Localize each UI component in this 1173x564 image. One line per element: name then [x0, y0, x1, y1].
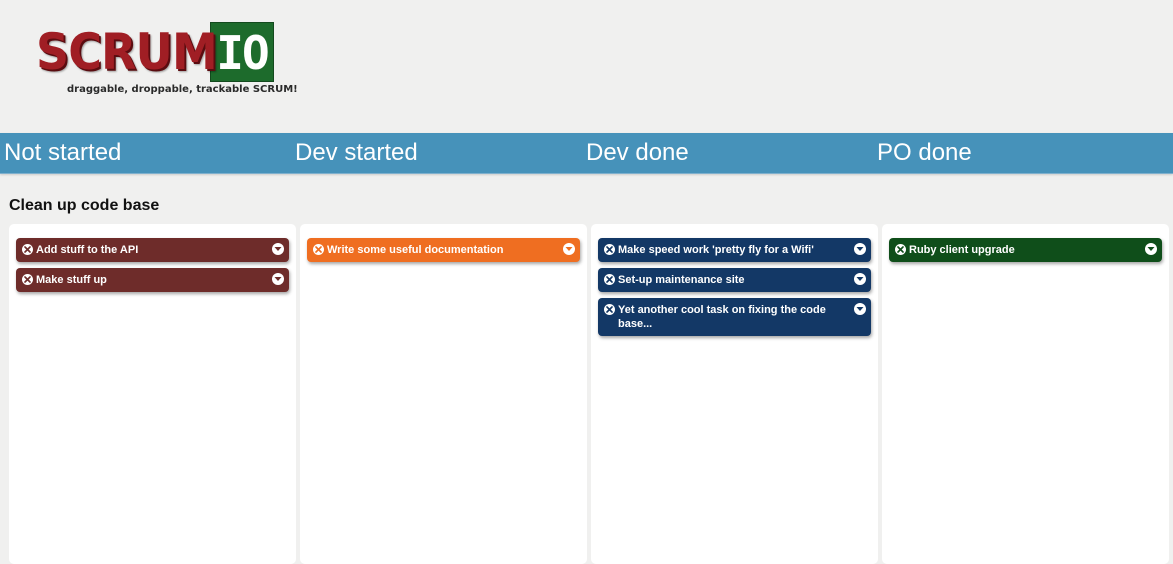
task-title: Add stuff to the API: [36, 244, 139, 256]
chevron-down-icon[interactable]: [854, 273, 866, 285]
task-card[interactable]: Add stuff to the API: [16, 238, 289, 262]
story-lanes: Add stuff to the API Make stuff up Write…: [0, 224, 1173, 564]
chevron-down-icon[interactable]: [272, 273, 284, 285]
task-card[interactable]: Yet another cool task on fixing the code…: [598, 298, 871, 336]
tagline: draggable, droppable, trackable SCRUM!: [67, 84, 298, 95]
column-header-dev-done: Dev done: [586, 139, 689, 166]
close-icon[interactable]: [604, 244, 615, 255]
lane-dev-done[interactable]: Make speed work 'pretty fly for a Wifi' …: [591, 224, 878, 564]
task-card[interactable]: Make speed work 'pretty fly for a Wifi': [598, 238, 871, 262]
close-icon[interactable]: [22, 274, 33, 285]
task-title: Yet another cool task on fixing the code…: [618, 304, 826, 330]
header: SCRUM IO draggable, droppable, trackable…: [0, 0, 1173, 133]
close-icon[interactable]: [313, 244, 324, 255]
lane-po-done[interactable]: Ruby client upgrade: [882, 224, 1169, 564]
column-header-not-started: Not started: [4, 139, 122, 166]
chevron-down-icon[interactable]: [854, 303, 866, 315]
close-icon[interactable]: [22, 244, 33, 255]
logo-io-text: IO: [210, 22, 274, 82]
chevron-down-icon[interactable]: [854, 243, 866, 255]
task-card[interactable]: Make stuff up: [16, 268, 289, 292]
column-header-bar: Not started Dev started Dev done PO done: [0, 133, 1173, 174]
task-title: Write some useful documentation: [327, 244, 504, 256]
close-icon[interactable]: [604, 274, 615, 285]
chevron-down-icon[interactable]: [563, 243, 575, 255]
column-header-po-done: PO done: [877, 139, 972, 166]
task-title: Ruby client upgrade: [909, 244, 1015, 256]
chevron-down-icon[interactable]: [272, 243, 284, 255]
column-header-dev-started: Dev started: [295, 139, 418, 166]
task-title: Make stuff up: [36, 274, 107, 286]
logo-scrum-text: SCRUM: [36, 23, 218, 81]
close-icon[interactable]: [604, 304, 615, 315]
task-card[interactable]: Write some useful documentation: [307, 238, 580, 262]
task-card[interactable]: Set-up maintenance site: [598, 268, 871, 292]
logo[interactable]: SCRUM IO: [36, 22, 274, 82]
task-card[interactable]: Ruby client upgrade: [889, 238, 1162, 262]
lane-dev-started[interactable]: Write some useful documentation: [300, 224, 587, 564]
lane-not-started[interactable]: Add stuff to the API Make stuff up: [9, 224, 296, 564]
chevron-down-icon[interactable]: [1145, 243, 1157, 255]
task-title: Set-up maintenance site: [618, 274, 745, 286]
story-title: Clean up code base: [9, 197, 160, 214]
task-title: Make speed work 'pretty fly for a Wifi': [618, 244, 814, 256]
close-icon[interactable]: [895, 244, 906, 255]
